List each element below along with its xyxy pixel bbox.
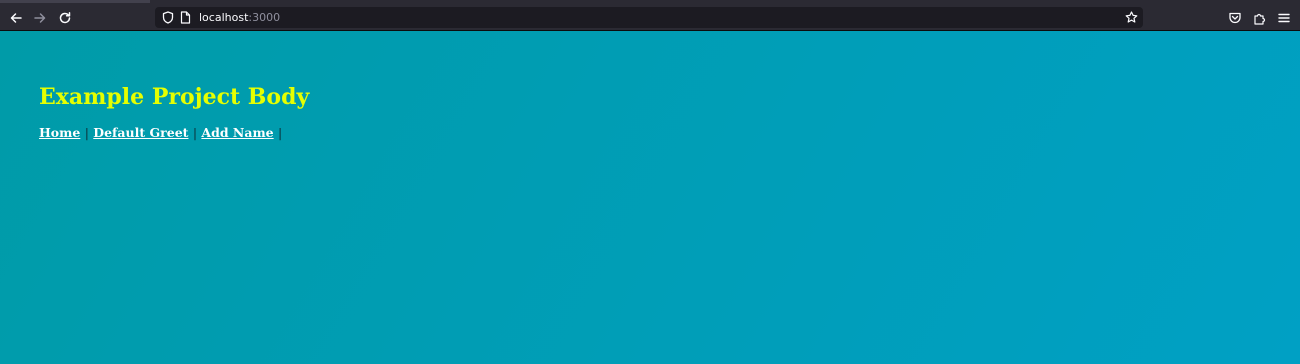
browser-window: localhost:3000 Example Project Body Home… [0,0,1300,364]
page-title: Example Project Body [39,84,310,110]
extensions-button[interactable] [1250,8,1270,28]
nav-link-home[interactable]: Home [39,125,80,140]
bookmark-button[interactable] [1124,10,1139,25]
url-port: :3000 [248,11,281,24]
puzzle-icon [1254,13,1266,25]
site-info-button[interactable] [178,10,193,25]
nav-separator: | [84,125,89,140]
url-host: localhost [199,11,249,24]
page-icon [180,11,191,24]
browser-toolbar: localhost:3000 [0,5,1300,31]
url-text[interactable]: localhost:3000 [199,10,280,25]
nav-separator: | [192,125,198,140]
page-viewport: Example Project Body Home | Default Gree… [0,31,1300,364]
hamburger-menu-icon [1278,13,1290,23]
arrow-right-icon [34,13,46,23]
pocket-icon [1229,12,1241,24]
tracking-protection-button[interactable] [160,10,175,25]
nav-link-add-name[interactable]: Add Name [201,125,273,140]
app-menu-button[interactable] [1274,8,1294,28]
nav-separator: | [278,125,283,140]
active-tab-indicator[interactable] [0,0,150,3]
back-button[interactable] [6,8,26,28]
star-icon [1125,11,1138,23]
arrow-left-icon [10,13,22,23]
forward-button[interactable] [30,8,50,28]
shield-icon [162,11,173,24]
nav-link-default-greet[interactable]: Default Greet [93,125,188,140]
pocket-button[interactable] [1225,8,1245,28]
reload-icon [59,12,71,24]
reload-button[interactable] [55,8,75,28]
address-bar[interactable]: localhost:3000 [155,7,1143,28]
nav-links: Home | Default Greet | Add Name | [39,124,282,142]
